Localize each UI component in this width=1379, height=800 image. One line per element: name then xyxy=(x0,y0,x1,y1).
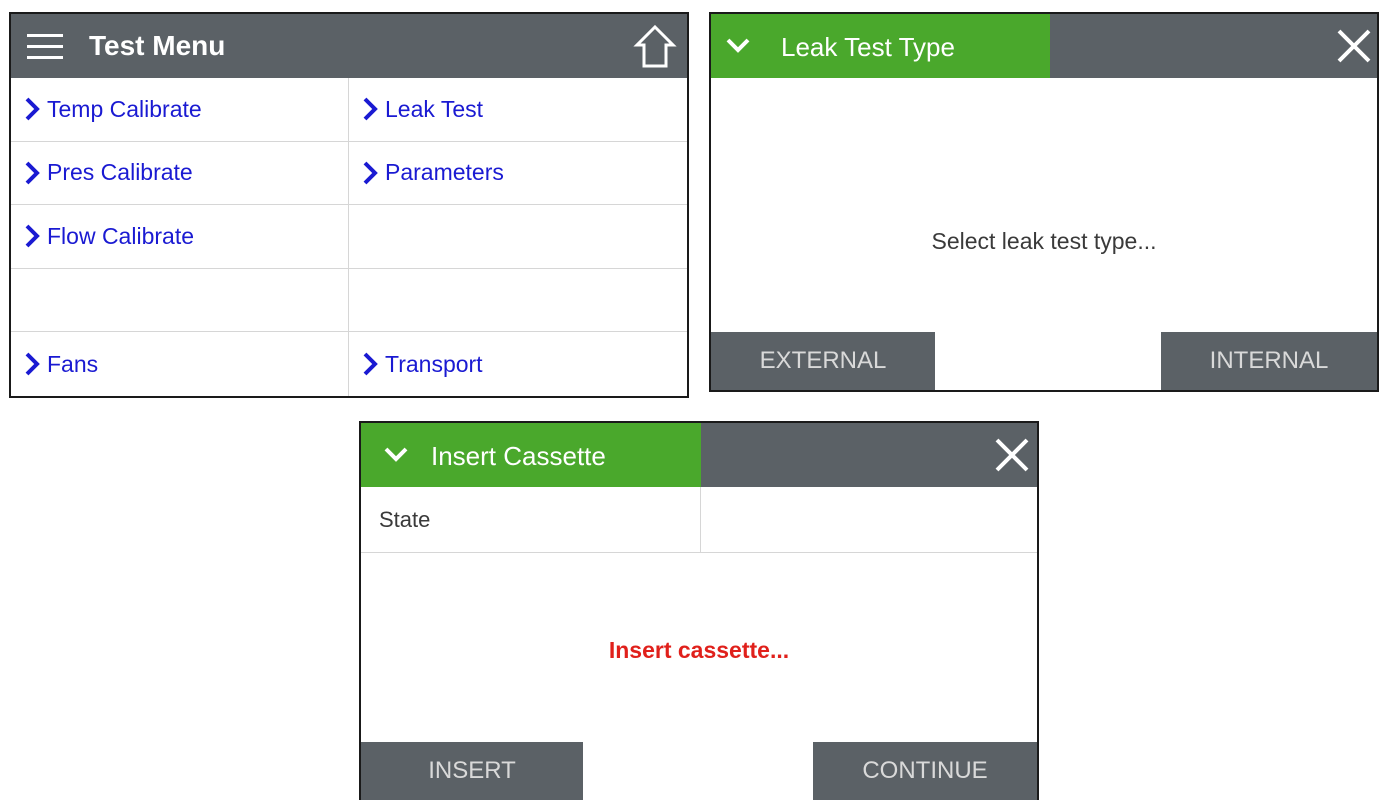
menu-item-label: Leak Test xyxy=(385,95,484,122)
chevron-right-icon xyxy=(25,225,40,248)
menu-item-label: Parameters xyxy=(385,159,504,186)
test-menu-header: Test Menu xyxy=(11,14,687,78)
test-menu-panel: Test Menu Temp Calibrate Leak Test Pres … xyxy=(9,12,689,398)
menu-item-leak-test[interactable]: Leak Test xyxy=(349,78,687,142)
chevron-down-icon[interactable] xyxy=(725,36,751,61)
chevron-right-icon xyxy=(25,161,40,185)
external-button[interactable]: EXTERNAL xyxy=(711,332,935,390)
insert-cassette-dialog: Insert Cassette State Insert cassette...… xyxy=(359,421,1039,800)
menu-item-label: Flow Calibrate xyxy=(47,222,194,249)
menu-item-label: Pres Calibrate xyxy=(47,159,193,186)
menu-item-temp-calibrate[interactable]: Temp Calibrate xyxy=(11,78,349,142)
home-icon[interactable] xyxy=(633,24,677,75)
continue-button[interactable]: CONTINUE xyxy=(813,742,1037,800)
menu-item-flow-calibrate[interactable]: Flow Calibrate xyxy=(11,205,349,269)
chevron-right-icon xyxy=(25,97,40,121)
chevron-right-icon xyxy=(363,161,378,185)
state-label: State xyxy=(361,487,701,552)
menu-item-empty xyxy=(11,268,349,333)
menu-item-label: Transport xyxy=(385,350,483,377)
menu-item-label: Fans xyxy=(47,350,99,377)
menu-item-pres-calibrate[interactable]: Pres Calibrate xyxy=(11,141,349,206)
insert-cassette-header: Insert Cassette xyxy=(361,423,1037,487)
leak-test-dialog: Leak Test Type Select leak test type... … xyxy=(709,12,1379,392)
close-icon[interactable] xyxy=(1335,27,1373,70)
leak-test-title: Leak Test Type xyxy=(781,32,955,62)
chevron-down-icon[interactable] xyxy=(383,445,409,470)
leak-test-message: Select leak test type... xyxy=(931,228,1157,254)
insert-cassette-title: Insert Cassette xyxy=(431,441,606,471)
test-menu-title: Test Menu xyxy=(89,30,226,61)
menu-item-parameters[interactable]: Parameters xyxy=(349,142,687,206)
menu-item-empty xyxy=(349,269,687,333)
menu-item-fans[interactable]: Fans xyxy=(11,332,349,396)
insert-button[interactable]: INSERT xyxy=(361,742,583,800)
test-menu-grid: Temp Calibrate Leak Test Pres Calibrate … xyxy=(11,78,687,396)
state-row: State xyxy=(361,487,1037,553)
hamburger-icon[interactable] xyxy=(25,30,65,67)
close-icon[interactable] xyxy=(993,436,1031,479)
internal-button[interactable]: INTERNAL xyxy=(1161,332,1377,390)
leak-test-header: Leak Test Type xyxy=(711,14,1377,78)
chevron-right-icon xyxy=(363,352,378,376)
insert-cassette-message: Insert cassette... xyxy=(608,637,790,663)
chevron-right-icon xyxy=(363,97,378,121)
menu-item-label: Temp Calibrate xyxy=(47,95,202,122)
chevron-right-icon xyxy=(25,352,40,376)
menu-item-transport[interactable]: Transport xyxy=(349,332,687,396)
menu-item-empty xyxy=(349,205,687,269)
state-value xyxy=(701,487,1037,552)
